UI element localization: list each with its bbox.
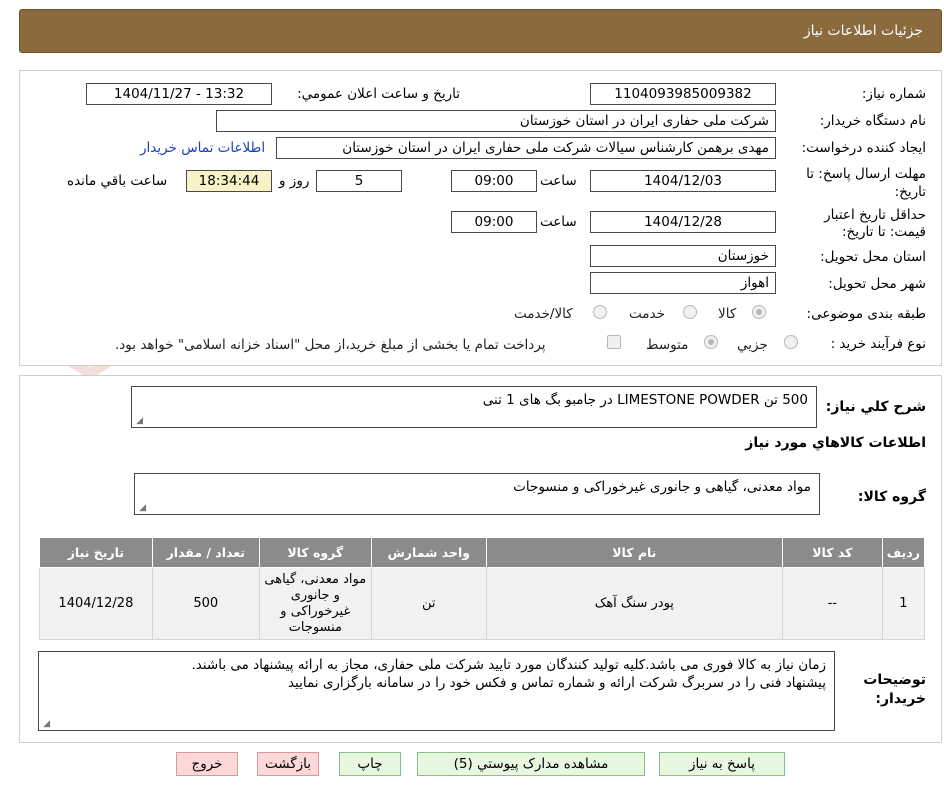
buyer-contact-link[interactable]: اطلاعات تماس خریدار	[140, 140, 265, 156]
col-qty: تعداد / مقدار	[151, 537, 260, 568]
resize-grip-icon[interactable]: ◢	[42, 720, 50, 729]
cell-unit: تن	[370, 567, 487, 640]
deadline-label-line2: تاریخ:	[894, 184, 926, 200]
remaining-time-field: 18:34:44	[186, 170, 272, 192]
process-radio-partial[interactable]	[784, 335, 798, 349]
notes-label: توضیحات	[863, 672, 926, 688]
cell-date: 1404/12/28	[39, 567, 153, 640]
category-option-goods: کالا	[718, 306, 737, 322]
validity-date-field: 1404/12/28	[590, 211, 776, 233]
cell-row: 1	[881, 567, 926, 640]
summary-text: 500 تن LIMESTONE POWDER در جامبو بگ های …	[482, 392, 808, 408]
treasury-note: پرداخت تمام یا بخشی از مبلغ خرید،از محل …	[115, 337, 546, 353]
process-radio-medium[interactable]	[704, 335, 718, 349]
validity-time-field: 09:00	[451, 211, 537, 233]
creator-field: مهدی برهمن کارشناس سیالات شرکت ملی حفاری…	[276, 137, 776, 159]
remaining-label: ساعت باقي مانده	[67, 173, 168, 189]
attachments-button[interactable]: مشاهده مدارک پیوستي (5)	[417, 752, 645, 776]
notes-line-1: زمان نیاز به کالا فوری می باشد.کلیه تولی…	[191, 657, 826, 673]
deadline-time-label: ساعت	[540, 173, 577, 189]
process-option-partial: جزیي	[737, 337, 768, 353]
need-number-label: شماره نیاز:	[861, 86, 926, 102]
cell-qty: 500	[151, 567, 260, 640]
notes-field: زمان نیاز به کالا فوری می باشد.کلیه تولی…	[38, 651, 835, 731]
col-date: تاریخ نیاز	[39, 537, 153, 568]
validity-time-label: ساعت	[540, 214, 577, 230]
validity-label-line2: قیمت: تا تاریخ:	[842, 224, 926, 240]
validity-label: حداقل تاریخ اعتبار	[824, 207, 926, 223]
buyer-label: نام دستگاه خریدار:	[819, 113, 926, 129]
category-option-service: خدمت	[629, 306, 665, 322]
summary-field: 500 تن LIMESTONE POWDER در جامبو بگ های …	[131, 386, 817, 428]
notes-label-line2: خریدار:	[875, 691, 926, 707]
col-unit: واحد شمارش	[370, 537, 487, 568]
resize-grip-icon[interactable]: ◢	[135, 417, 143, 426]
deadline-time-field: 09:00	[451, 170, 537, 192]
reply-button[interactable]: پاسخ به نیاز	[659, 752, 785, 776]
category-radio-goods-service[interactable]	[593, 305, 607, 319]
print-button[interactable]: چاپ	[339, 752, 401, 776]
page-header: جزئیات اطلاعات نیاز	[19, 9, 942, 53]
exit-button[interactable]: خروج	[176, 752, 238, 776]
province-label: استان محل تحویل:	[820, 249, 926, 265]
treasury-checkbox[interactable]	[607, 335, 621, 349]
table-row: 1 -- پودر سنگ آهک تن مواد معدنی، گیاهی و…	[39, 567, 926, 640]
city-field: اهواز	[590, 272, 776, 294]
cell-code: --	[781, 567, 883, 640]
deadline-label: مهلت ارسال پاسخ: تا	[806, 166, 926, 182]
category-label: طبقه بندی موضوعی:	[806, 306, 926, 322]
goods-group-label: گروه کالا:	[857, 489, 926, 505]
goods-group-text: مواد معدنی، گیاهی و جانوری غیرخوراکی و م…	[513, 479, 811, 495]
process-label: نوع فرآیند خرید :	[830, 336, 926, 352]
cell-name: پودر سنگ آهک	[485, 567, 783, 640]
announce-field: 1404/11/27 - 13:32	[86, 83, 272, 105]
category-option-goods-service: کالا/خدمت	[514, 306, 573, 322]
deadline-date-field: 1404/12/03	[590, 170, 776, 192]
days-field: 5	[316, 170, 402, 192]
process-option-medium: متوسط	[646, 337, 689, 353]
col-code: کد کالا	[781, 537, 883, 568]
cell-group: مواد معدنی، گیاهی و جانوری غیرخوراکی و م…	[258, 567, 372, 640]
notes-line-2: پیشنهاد فنی را در سربرگ شرکت ارائه و شما…	[287, 675, 826, 691]
table-header-row: ردیف کد کالا نام کالا واحد شمارش گروه کا…	[39, 537, 926, 568]
creator-label: ایجاد کننده درخواست:	[801, 140, 926, 156]
category-radio-service[interactable]	[683, 305, 697, 319]
col-row: ردیف	[881, 537, 926, 568]
col-group: گروه کالا	[258, 537, 372, 568]
city-label: شهر محل تحویل:	[828, 276, 926, 292]
goods-group-field: مواد معدنی، گیاهی و جانوری غیرخوراکی و م…	[134, 473, 820, 515]
announce-label: تاریخ و ساعت اعلان عمومي:	[297, 86, 460, 102]
buyer-field: شرکت ملی حفاری ایران در استان خوزستان	[216, 110, 776, 132]
summary-label: شرح کلي نیاز:	[825, 399, 926, 415]
resize-grip-icon[interactable]: ◢	[138, 504, 146, 513]
goods-table: ردیف کد کالا نام کالا واحد شمارش گروه کا…	[39, 537, 926, 640]
province-field: خوزستان	[590, 245, 776, 267]
category-radio-goods[interactable]	[752, 305, 766, 319]
back-button[interactable]: بازگشت	[257, 752, 319, 776]
page-title: جزئیات اطلاعات نیاز	[803, 23, 923, 39]
goods-section-title: اطلاعات کالاهاي مورد نیاز	[745, 435, 926, 451]
col-name: نام کالا	[485, 537, 783, 568]
need-number-field: 1104093985009382	[590, 83, 776, 105]
days-label: روز و	[279, 173, 310, 189]
